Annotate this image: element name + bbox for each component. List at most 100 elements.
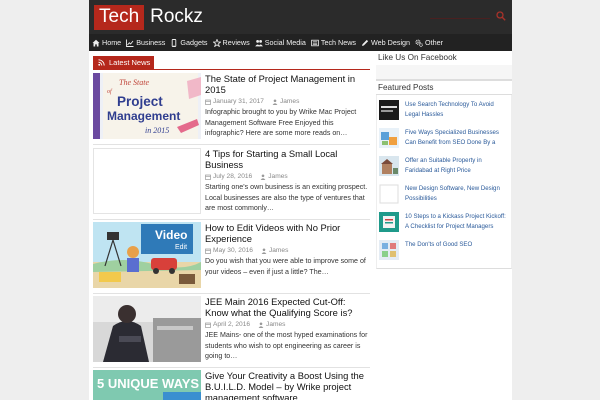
featured-post[interactable]: Offer an Suitable Property in Faridabad … (379, 156, 511, 176)
calendar-icon (205, 174, 211, 180)
featured-post-title: Use Search Technology To Avoid Legal Has… (405, 101, 494, 118)
page-wrapper: Tech Rockz Home Business Gadgets Reviews (89, 0, 512, 400)
nav-label: Web Design (371, 38, 411, 47)
featured-post[interactable]: Use Search Technology To Avoid Legal Has… (379, 100, 511, 120)
post-date: May 30, 2016 (213, 247, 253, 254)
nav-label: Social Media (264, 38, 306, 47)
featured-thumbnail (379, 240, 399, 260)
nav-item-other[interactable]: Other (415, 38, 443, 47)
post-excerpt: JEE Mains- one of the most hyped examina… (205, 331, 368, 360)
post-meta: July 28, 2016 James (205, 173, 370, 180)
featured-post-title: Five Ways Specialized Businesses Can Ben… (405, 129, 499, 146)
post-excerpt: Starting one's own business is an exciti… (205, 183, 368, 212)
nav-item-reviews[interactable]: Reviews (212, 38, 250, 47)
video-editing-illustration: Video Edit (93, 222, 201, 288)
featured-post-title: 10 Steps to a Kickass Project Kickoff: A… (405, 213, 506, 230)
post-thumbnail[interactable]: Video Edit (93, 222, 201, 288)
post-excerpt: Infographic brought to you by Wrike Mac … (205, 108, 357, 137)
post-thumbnail[interactable] (93, 148, 201, 214)
featured-thumbnail (379, 100, 399, 120)
post-thumbnail[interactable]: 5 UNIQUE WAYS (93, 370, 201, 400)
facebook-widget[interactable] (376, 65, 512, 79)
thumb-text: Management (107, 109, 180, 123)
featured-posts-title: Featured Posts (378, 83, 434, 92)
nav-label: Other (425, 38, 444, 47)
nav-item-web-design[interactable]: Web Design (361, 38, 410, 47)
post-author[interactable]: James (272, 98, 299, 105)
nav-item-tech-news[interactable]: Tech News (311, 38, 356, 47)
user-icon (258, 322, 264, 328)
divider (93, 367, 370, 368)
nav-item-home[interactable]: Home (92, 38, 121, 47)
nav-item-social-media[interactable]: Social Media (254, 38, 306, 47)
thumb-text: Edit (175, 244, 187, 251)
rss-icon (98, 59, 105, 66)
post-title[interactable]: 4 Tips for Starting a Small Local Busine… (205, 148, 370, 170)
users-icon (254, 39, 263, 46)
latest-news-tab[interactable]: Latest News (93, 56, 154, 69)
post-title[interactable]: The State of Project Management in 2015 (205, 73, 370, 95)
post-date: January 31, 2017 (213, 98, 264, 105)
post-author[interactable]: James (261, 247, 288, 254)
thumb-text: in 2015 (145, 126, 169, 135)
post-meta: January 31, 2017 James (205, 98, 370, 105)
post-item: Video Edit How to Edit Videos with No Pr… (93, 222, 370, 292)
post-date: April 2, 2016 (213, 321, 251, 328)
post-item: JEE Main 2016 Expected Cut-Off: Know wha… (93, 296, 370, 366)
user-icon (260, 174, 266, 180)
post-title[interactable]: How to Edit Videos with No Prior Experie… (205, 222, 370, 244)
featured-post[interactable]: The Don'ts of Good SEO (379, 240, 511, 260)
user-icon (261, 248, 267, 254)
featured-post[interactable]: 10 Steps to a Kickass Project Kickoff: A… (379, 212, 511, 232)
student-photo (93, 296, 201, 362)
search-icon[interactable] (496, 11, 506, 21)
nav-item-gadgets[interactable]: Gadgets (170, 38, 208, 47)
post-thumbnail[interactable] (93, 296, 201, 362)
logo-primary: Tech (94, 4, 145, 30)
thumb-text: The State (119, 78, 149, 87)
featured-thumbnail (379, 212, 399, 232)
post-excerpt: Do you wish that you were able to improv… (205, 257, 366, 276)
post-meta: May 30, 2016 James (205, 247, 370, 254)
home-icon (92, 39, 100, 46)
post-author-name: James (279, 98, 300, 105)
featured-thumbnail (379, 184, 399, 204)
post-title[interactable]: JEE Main 2016 Expected Cut-Off: Know wha… (205, 296, 370, 318)
mobile-icon (172, 38, 177, 47)
site-header: Tech Rockz (89, 0, 512, 34)
logo-secondary: Rockz (150, 6, 203, 27)
calendar-icon (205, 248, 211, 254)
post-author[interactable]: James (258, 321, 285, 328)
post-author-name: James (266, 321, 286, 328)
gears-icon (415, 39, 423, 47)
post-item: 4 Tips for Starting a Small Local Busine… (93, 148, 370, 218)
featured-post[interactable]: New Design Software, New Design Possibil… (379, 184, 511, 204)
nav-item-business[interactable]: Business (126, 38, 165, 47)
nav-label: Gadgets (180, 38, 208, 47)
featured-posts-list: Use Search Technology To Avoid Legal Has… (376, 95, 512, 269)
nav-label: Home (102, 38, 122, 47)
star-icon (212, 38, 221, 47)
featured-post[interactable]: Five Ways Specialized Businesses Can Ben… (379, 128, 511, 148)
project-management-illustration: The State of Project Management in 2015 (93, 73, 201, 139)
post-item: The State of Project Management in 2015 … (93, 73, 370, 143)
site-logo[interactable]: Tech Rockz (94, 4, 203, 30)
post-thumbnail[interactable]: The State of Project Management in 2015 (93, 73, 201, 139)
main-navigation: Home Business Gadgets Reviews Social Med… (89, 34, 512, 51)
divider (93, 69, 370, 70)
unique-ways-graphic: 5 UNIQUE WAYS (93, 370, 201, 400)
featured-thumbnail (379, 128, 399, 148)
thumb-text: 5 UNIQUE WAYS (97, 376, 199, 391)
newspaper-icon (311, 39, 319, 46)
thumb-text: Video (155, 228, 187, 242)
post-author[interactable]: James (260, 173, 288, 180)
user-icon (272, 99, 278, 105)
post-item: 5 UNIQUE WAYS Give Your Creativity a Boo… (93, 370, 370, 400)
calendar-icon (205, 99, 211, 105)
pencil-icon (362, 39, 369, 46)
featured-post-title: New Design Software, New Design Possibil… (405, 185, 500, 202)
facebook-widget-title: Like Us On Facebook (378, 53, 457, 62)
post-meta: April 2, 2016 James (205, 321, 370, 328)
post-title[interactable]: Give Your Creativity a Boost Using the B… (205, 370, 370, 400)
post-author-name: James (268, 247, 289, 254)
